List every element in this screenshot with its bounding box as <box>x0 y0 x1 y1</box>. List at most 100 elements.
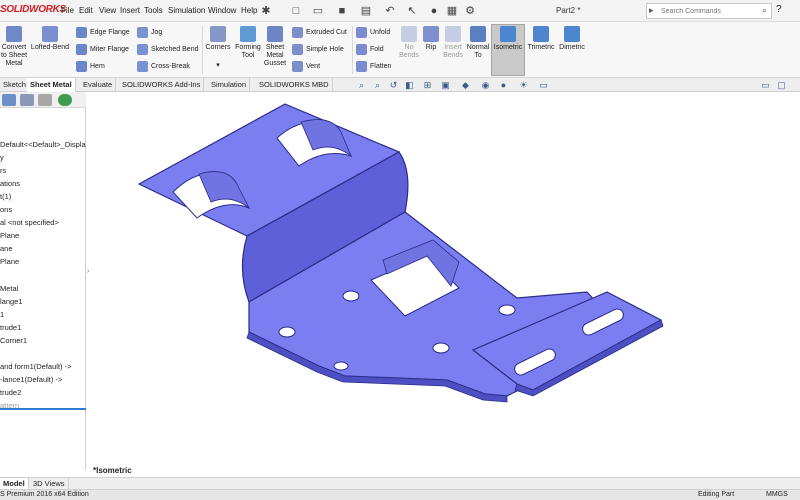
vent-button[interactable]: Vent <box>292 60 320 74</box>
menu-window[interactable]: Window <box>208 6 236 15</box>
insert-bends-button[interactable]: Insert Bends <box>440 26 466 60</box>
normal-to-button[interactable]: Normal To <box>464 26 492 60</box>
dynamic-annotation-icon[interactable]: ⊞ <box>422 80 433 91</box>
previous-view-icon[interactable]: ↺ <box>388 80 399 91</box>
menu-simulation[interactable]: Simulation <box>168 6 205 15</box>
tree-item[interactable]: ane <box>0 244 13 253</box>
miter-flange-button[interactable]: Miter Flange <box>76 43 129 57</box>
sheet-metal-part[interactable] <box>87 94 800 470</box>
extruded-cut-button[interactable]: Extruded Cut <box>292 26 347 40</box>
collapse-panel-arrow-icon[interactable]: › <box>87 268 91 276</box>
ribbon-separator <box>202 26 203 74</box>
tree-item[interactable]: lange1 <box>0 297 23 306</box>
pin-icon[interactable]: ✱ <box>258 3 274 19</box>
tab-sheet-metal[interactable]: Sheet Metal <box>27 78 76 92</box>
tree-item[interactable]: Plane <box>0 257 19 266</box>
tree-item[interactable]: Metal <box>0 284 18 293</box>
property-manager-tab-icon[interactable] <box>20 94 34 106</box>
menu-help[interactable]: Help <box>241 6 257 15</box>
menu-edit[interactable]: Edit <box>79 6 93 15</box>
search-commands-input[interactable] <box>661 6 753 17</box>
menu-insert[interactable]: Insert <box>120 6 140 15</box>
tree-item[interactable]: 1 <box>0 310 4 319</box>
search-icon[interactable]: ⌕ <box>762 5 767 16</box>
no-bends-button[interactable]: No Bends <box>396 26 422 60</box>
options-gear-icon[interactable]: ⚙ <box>462 3 478 19</box>
menu-view[interactable]: View <box>99 6 116 15</box>
graphics-area[interactable]: *Isometric <box>87 94 800 475</box>
flatten-button[interactable]: Flatten <box>356 60 391 74</box>
simple-hole-button[interactable]: Simple Hole <box>292 43 344 57</box>
normal-to-icon <box>470 26 486 42</box>
select-arrow-icon[interactable]: ↖ <box>404 3 420 19</box>
rip-button[interactable]: Rip <box>420 26 442 52</box>
tree-item[interactable]: t(1) <box>0 192 11 201</box>
restore-window-icon[interactable]: ▭ <box>760 80 771 91</box>
tab-solidworks-add-ins[interactable]: SOLIDWORKS Add-Ins <box>119 78 205 92</box>
tree-item[interactable]: ations <box>0 179 20 188</box>
miter-flange-icon <box>76 43 87 55</box>
file-properties-icon[interactable]: ▦ <box>444 3 460 19</box>
trimetric-button[interactable]: Trimetric <box>526 26 556 52</box>
search-commands-box[interactable]: ▸ ⌕ <box>646 3 772 19</box>
view-settings-icon[interactable]: ▭ <box>538 80 549 91</box>
tab-solidworks-mbd[interactable]: SOLIDWORKS MBD <box>256 78 333 92</box>
isometric-button[interactable]: Isometric <box>490 26 526 52</box>
section-view-icon[interactable]: ◧ <box>404 80 415 91</box>
corners-button[interactable]: Corners ▾ <box>204 26 232 70</box>
command-manager-ribbon: Convert to Sheet Metal Lofted-Bend Edge … <box>0 22 800 78</box>
tree-item[interactable]: trude2 <box>0 388 21 397</box>
tree-item[interactable]: rs <box>0 166 6 175</box>
display-manager-tab-icon[interactable] <box>58 94 72 106</box>
tree-item[interactable]: Default<<Default>_Displa <box>0 140 86 149</box>
hem-button[interactable]: Hem <box>76 60 105 74</box>
rollback-bar[interactable] <box>0 408 86 410</box>
tree-item[interactable]: y <box>0 153 4 162</box>
zoom-to-area-icon[interactable]: ⌕ <box>372 80 383 91</box>
convert-to-sheet-metal-button[interactable]: Convert to Sheet Metal <box>0 26 28 68</box>
tree-item[interactable]: trude1 <box>0 323 21 332</box>
corners-dropdown-icon[interactable]: ▾ <box>204 62 232 70</box>
command-tabs: Sketch Sheet Metal Evaluate SOLIDWORKS A… <box>0 78 800 92</box>
tile-window-icon[interactable]: ▢ <box>776 80 787 91</box>
undo-icon[interactable]: ↶ <box>382 3 398 19</box>
lofted-bend-button[interactable]: Lofted-Bend <box>30 26 70 52</box>
tab-sketch[interactable]: Sketch <box>0 78 30 92</box>
tree-item[interactable]: ons <box>0 205 12 214</box>
convert-to-sheet-metal-label: Convert to Sheet Metal <box>0 44 28 67</box>
tree-item[interactable]: Plane <box>0 231 19 240</box>
tree-item[interactable]: and form1(Default) -> <box>0 362 72 371</box>
rebuild-traffic-light-icon[interactable]: ● <box>426 3 442 19</box>
fold-button[interactable]: Fold <box>356 43 384 57</box>
new-document-icon[interactable]: □ <box>288 3 304 19</box>
menu-file[interactable]: File <box>61 6 74 15</box>
configuration-manager-tab-icon[interactable] <box>38 94 52 106</box>
hide-show-items-icon[interactable]: ◉ <box>480 80 491 91</box>
display-style-icon[interactable]: ◆ <box>460 80 471 91</box>
menu-tools[interactable]: Tools <box>144 6 163 15</box>
edit-appearance-icon[interactable]: ● <box>498 80 509 91</box>
help-icon[interactable]: ? <box>776 4 782 15</box>
view-orientation-icon[interactable]: ▣ <box>440 80 451 91</box>
tab-simulation[interactable]: Simulation <box>208 78 251 92</box>
dimetric-button[interactable]: Dimetric <box>556 26 588 52</box>
tree-item[interactable]: al <not specified> <box>0 218 59 227</box>
search-type-icon[interactable]: ▸ <box>649 5 654 16</box>
tree-item[interactable]: Corner1 <box>0 336 27 345</box>
save-icon[interactable]: ■ <box>334 3 350 19</box>
jog-button[interactable]: Jog <box>137 26 162 40</box>
tree-item[interactable]: -lance1(Default) -> <box>0 375 62 384</box>
edge-flange-button[interactable]: Edge Flange <box>76 26 130 40</box>
forming-tool-button[interactable]: Forming Tool <box>234 26 262 60</box>
open-folder-icon[interactable]: ▭ <box>310 3 326 19</box>
sheet-metal-gusset-button[interactable]: Sheet Metal Gusset <box>262 26 288 68</box>
apply-scene-icon[interactable]: ☀ <box>518 80 529 91</box>
sketched-bend-button[interactable]: Sketched Bend <box>137 43 198 57</box>
feature-manager-tab-icon[interactable] <box>2 94 16 106</box>
unfold-button[interactable]: Unfold <box>356 26 390 40</box>
cross-break-button[interactable]: Cross-Break <box>137 60 190 74</box>
zoom-to-fit-icon[interactable]: ⌕ <box>356 80 367 91</box>
tab-evaluate[interactable]: Evaluate <box>80 78 117 92</box>
print-icon[interactable]: ▤ <box>358 3 374 19</box>
unit-system-text[interactable]: MMGS <box>766 491 788 498</box>
